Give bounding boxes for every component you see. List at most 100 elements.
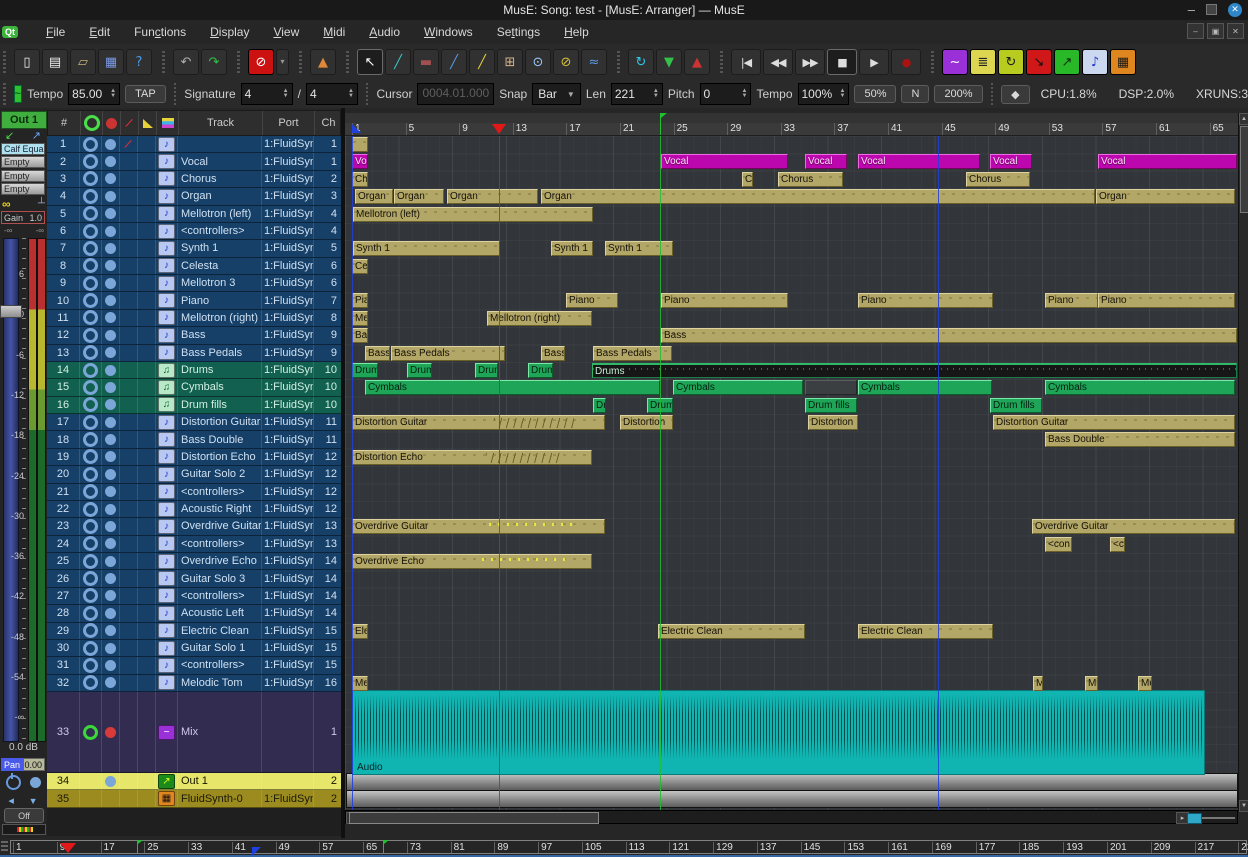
track-class-cell[interactable]: ♪ <box>156 188 178 204</box>
tempo-50-button[interactable]: 50% <box>854 85 896 103</box>
track-name[interactable]: Distortion Echo <box>178 449 262 465</box>
mute-toggle[interactable] <box>102 605 120 621</box>
track-channel[interactable]: 2 <box>314 790 341 806</box>
record-toggle[interactable] <box>80 171 102 187</box>
track-channel[interactable]: 12 <box>314 449 341 465</box>
mute-toggle[interactable] <box>102 206 120 222</box>
toolbar-grip[interactable] <box>720 51 727 73</box>
track-name[interactable]: Chorus <box>178 171 262 187</box>
track-channel[interactable]: 13 <box>314 536 341 552</box>
mute-toggle[interactable] <box>102 536 120 552</box>
right-locator-marker-icon[interactable] <box>660 113 661 135</box>
pointer-tool-button[interactable]: ↖ <box>357 49 383 75</box>
len-spinbox[interactable]: 221 <box>611 83 663 105</box>
left-locator-marker-icon[interactable] <box>352 124 361 133</box>
toolbar-grip[interactable] <box>3 83 6 105</box>
play-button[interactable]: ▶ <box>859 49 889 75</box>
track-channel[interactable]: 4 <box>314 206 341 222</box>
track-port[interactable]: 1:FluidSynth <box>262 258 314 274</box>
toolbar-grip[interactable] <box>366 83 369 105</box>
off-toggle[interactable] <box>120 153 138 169</box>
track-port[interactable]: 1:FluidSynth <box>262 518 314 534</box>
tempo-spinbox[interactable]: 85.00 <box>68 83 120 105</box>
part-organ[interactable]: Organ <box>1096 189 1235 204</box>
mute-toggle[interactable] <box>102 379 120 395</box>
track-channel[interactable]: 3 <box>314 188 341 204</box>
timeline-cell[interactable] <box>138 292 156 308</box>
timeline-cell[interactable] <box>138 240 156 256</box>
track-port[interactable]: 1:FluidSynth <box>262 206 314 222</box>
list-editor-button[interactable]: ≣ <box>970 49 996 75</box>
track-channel[interactable]: 1 <box>314 136 341 152</box>
track-name[interactable]: Drum fills <box>178 397 262 413</box>
track-name[interactable]: Synth 1 <box>178 240 262 256</box>
wave-editor-button[interactable]: ~ <box>942 49 968 75</box>
punch-out-button[interactable]: ▲ <box>684 49 710 75</box>
track-row-4[interactable]: 4♪Organ1:FluidSynth3 <box>47 188 341 205</box>
track-port[interactable]: 1:FluidSynth <box>262 657 314 673</box>
record-arm-icon[interactable] <box>30 777 41 788</box>
part-cymbals[interactable]: Cymbals <box>365 380 660 395</box>
part--c[interactable]: <c <box>1110 537 1125 552</box>
track-row-22[interactable]: 22♪Acoustic Right1:FluidSynth12 <box>47 501 341 518</box>
track-port[interactable]: 1:FluidSynth <box>262 605 314 621</box>
track-port[interactable]: 1:FluidSynth <box>262 501 314 517</box>
track-class-cell[interactable]: ♪ <box>156 136 178 152</box>
track-class-cell[interactable]: ♪ <box>156 327 178 343</box>
track-name[interactable]: Electric Clean <box>178 623 262 639</box>
mute-toggle[interactable] <box>102 240 120 256</box>
timeline-cell[interactable] <box>138 136 156 152</box>
record-toggle[interactable] <box>80 623 102 639</box>
part-distortion-guitar[interactable]: Distortion Guitar <box>993 415 1235 430</box>
volume-slider-handle[interactable] <box>0 305 22 318</box>
vertical-scrollbar[interactable]: ▲ ▼ <box>1238 113 1248 812</box>
track-row-3[interactable]: 3♪Chorus1:FluidSynth2 <box>47 171 341 188</box>
signature-denominator-spinbox[interactable]: 4 <box>306 83 358 105</box>
track-port[interactable]: 1:FluidSynth <box>262 292 314 308</box>
tap-button[interactable]: TAP <box>125 85 166 103</box>
track-channel[interactable]: 12 <box>314 466 341 482</box>
part-ba[interactable]: Ba <box>352 328 368 343</box>
speaker-icon[interactable]: ◂ <box>8 794 14 807</box>
whats-this-button[interactable]: ? <box>126 49 152 75</box>
timeline-cell[interactable] <box>138 362 156 378</box>
track-channel[interactable]: 12 <box>314 484 341 500</box>
pan-tool-button[interactable]: ⊞ <box>497 49 523 75</box>
record-toggle[interactable] <box>80 379 102 395</box>
part-me[interactable]: Me <box>352 311 368 326</box>
record-toggle[interactable] <box>80 692 102 772</box>
timeline-cell[interactable] <box>138 431 156 447</box>
part-electric-clean[interactable]: Electric Clean <box>858 624 993 639</box>
part-overdrive-echo[interactable]: Overdrive Echo <box>352 554 592 569</box>
track-channel[interactable]: 16 <box>314 675 341 691</box>
mute-toggle[interactable] <box>102 414 120 430</box>
power-icon[interactable] <box>6 775 21 790</box>
track-port[interactable]: 1:FluidSynth <box>262 414 314 430</box>
record-toggle[interactable] <box>80 605 102 621</box>
off-toggle[interactable] <box>120 345 138 361</box>
track-row-1[interactable]: 1∕♪1:FluidSynth1 <box>47 136 341 153</box>
track-row-8[interactable]: 8♪Celesta1:FluidSynth6 <box>47 258 341 275</box>
timeline-cell[interactable] <box>138 588 156 604</box>
track-row-21[interactable]: 21♪<controllers>1:FluidSynth12 <box>47 484 341 501</box>
spinner-arrows-icon[interactable] <box>840 89 846 99</box>
timeline-cell[interactable] <box>138 258 156 274</box>
off-toggle[interactable] <box>120 292 138 308</box>
track-class-cell[interactable]: ♪ <box>156 153 178 169</box>
track-port[interactable]: 1:FluidSynth <box>262 136 314 152</box>
track-channel[interactable]: 11 <box>314 431 341 447</box>
track-class-cell[interactable]: ♫ <box>156 397 178 413</box>
timeline-cell[interactable] <box>138 484 156 500</box>
mute-toggle[interactable] <box>102 153 120 169</box>
header-off-icon[interactable]: ∕ <box>121 111 139 135</box>
output-lane[interactable] <box>346 773 1238 791</box>
track-class-cell[interactable]: ♪ <box>156 171 178 187</box>
part-cymbals[interactable]: Cymbals <box>1045 380 1235 395</box>
record-toggle[interactable] <box>80 240 102 256</box>
track-row-17[interactable]: 17♪Distortion Guitar1:FluidSynth11 <box>47 414 341 431</box>
part-chorus[interactable]: Chorus <box>966 172 1030 187</box>
track-name[interactable]: Melodic Tom <box>178 675 262 691</box>
track-name[interactable]: Distortion Guitar <box>178 414 262 430</box>
part-bass-pedals[interactable]: Bass Pedals <box>391 346 505 361</box>
record-toggle[interactable] <box>80 275 102 291</box>
